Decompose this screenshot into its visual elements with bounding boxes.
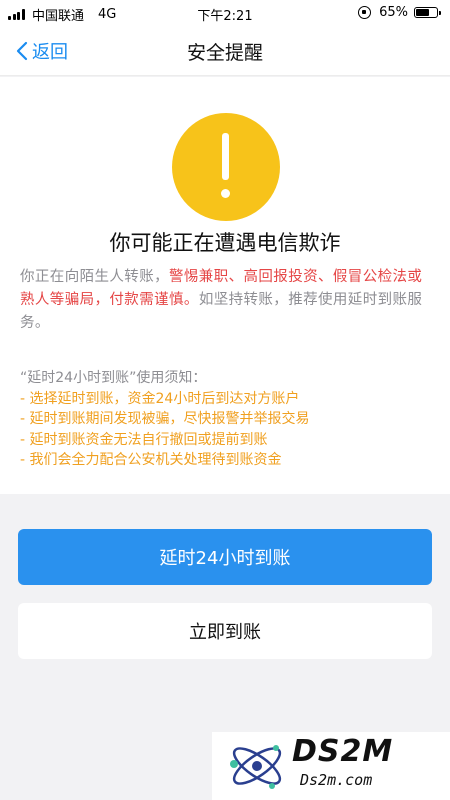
site-watermark: DS2M Ds2m.com [212, 732, 450, 800]
battery-fill [416, 9, 429, 16]
warning-icon [172, 113, 280, 221]
warning-description: 你正在向陌生人转账，警惕兼职、高回报投资、假冒公检法或熟人等骗局，付款需谨慎。如… [20, 266, 436, 335]
watermark-site: Ds2m.com [300, 771, 373, 789]
notice-item: - 我们会全力配合公安机关处理待到账资金 [20, 452, 282, 468]
delay-transfer-button[interactable]: 延时24小时到账 [18, 529, 432, 585]
warning-panel: 你可能正在遭遇电信欺诈 你正在向陌生人转账，警惕兼职、高回报投资、假冒公检法或熟… [0, 77, 450, 494]
nav-bar: 返回 安全提醒 [0, 26, 450, 76]
watermark-brand: DS2M [292, 734, 394, 769]
notice-item: - 延时到账期间发现被骗，尽快报警并举报交易 [20, 411, 310, 427]
notice-item: - 选择延时到账，资金24小时后到达对方账户 [20, 390, 300, 407]
status-bar: 中国联通 4G 下午2:21 65% [0, 0, 450, 26]
notice-title: “延时24小时到账”使用须知： [20, 370, 207, 386]
warning-headline: 你可能正在遭遇电信欺诈 [109, 231, 341, 255]
battery-percent: 65% [379, 5, 408, 20]
desc-prefix: 你正在向陌生人转账， [20, 269, 169, 285]
rotation-lock-icon [358, 6, 372, 19]
atom-logo-icon [230, 745, 282, 789]
battery-icon [414, 7, 441, 18]
status-right: 65% [358, 5, 441, 20]
page-title: 安全提醒 [186, 42, 263, 64]
instant-transfer-button[interactable]: 立即到账 [18, 603, 432, 659]
notice-item: - 延时到账资金无法自行撤回或提前到账 [20, 431, 268, 448]
delay-notice: “延时24小时到账”使用须知： - 选择延时到账，资金24小时后到达对方账户 -… [20, 368, 436, 471]
